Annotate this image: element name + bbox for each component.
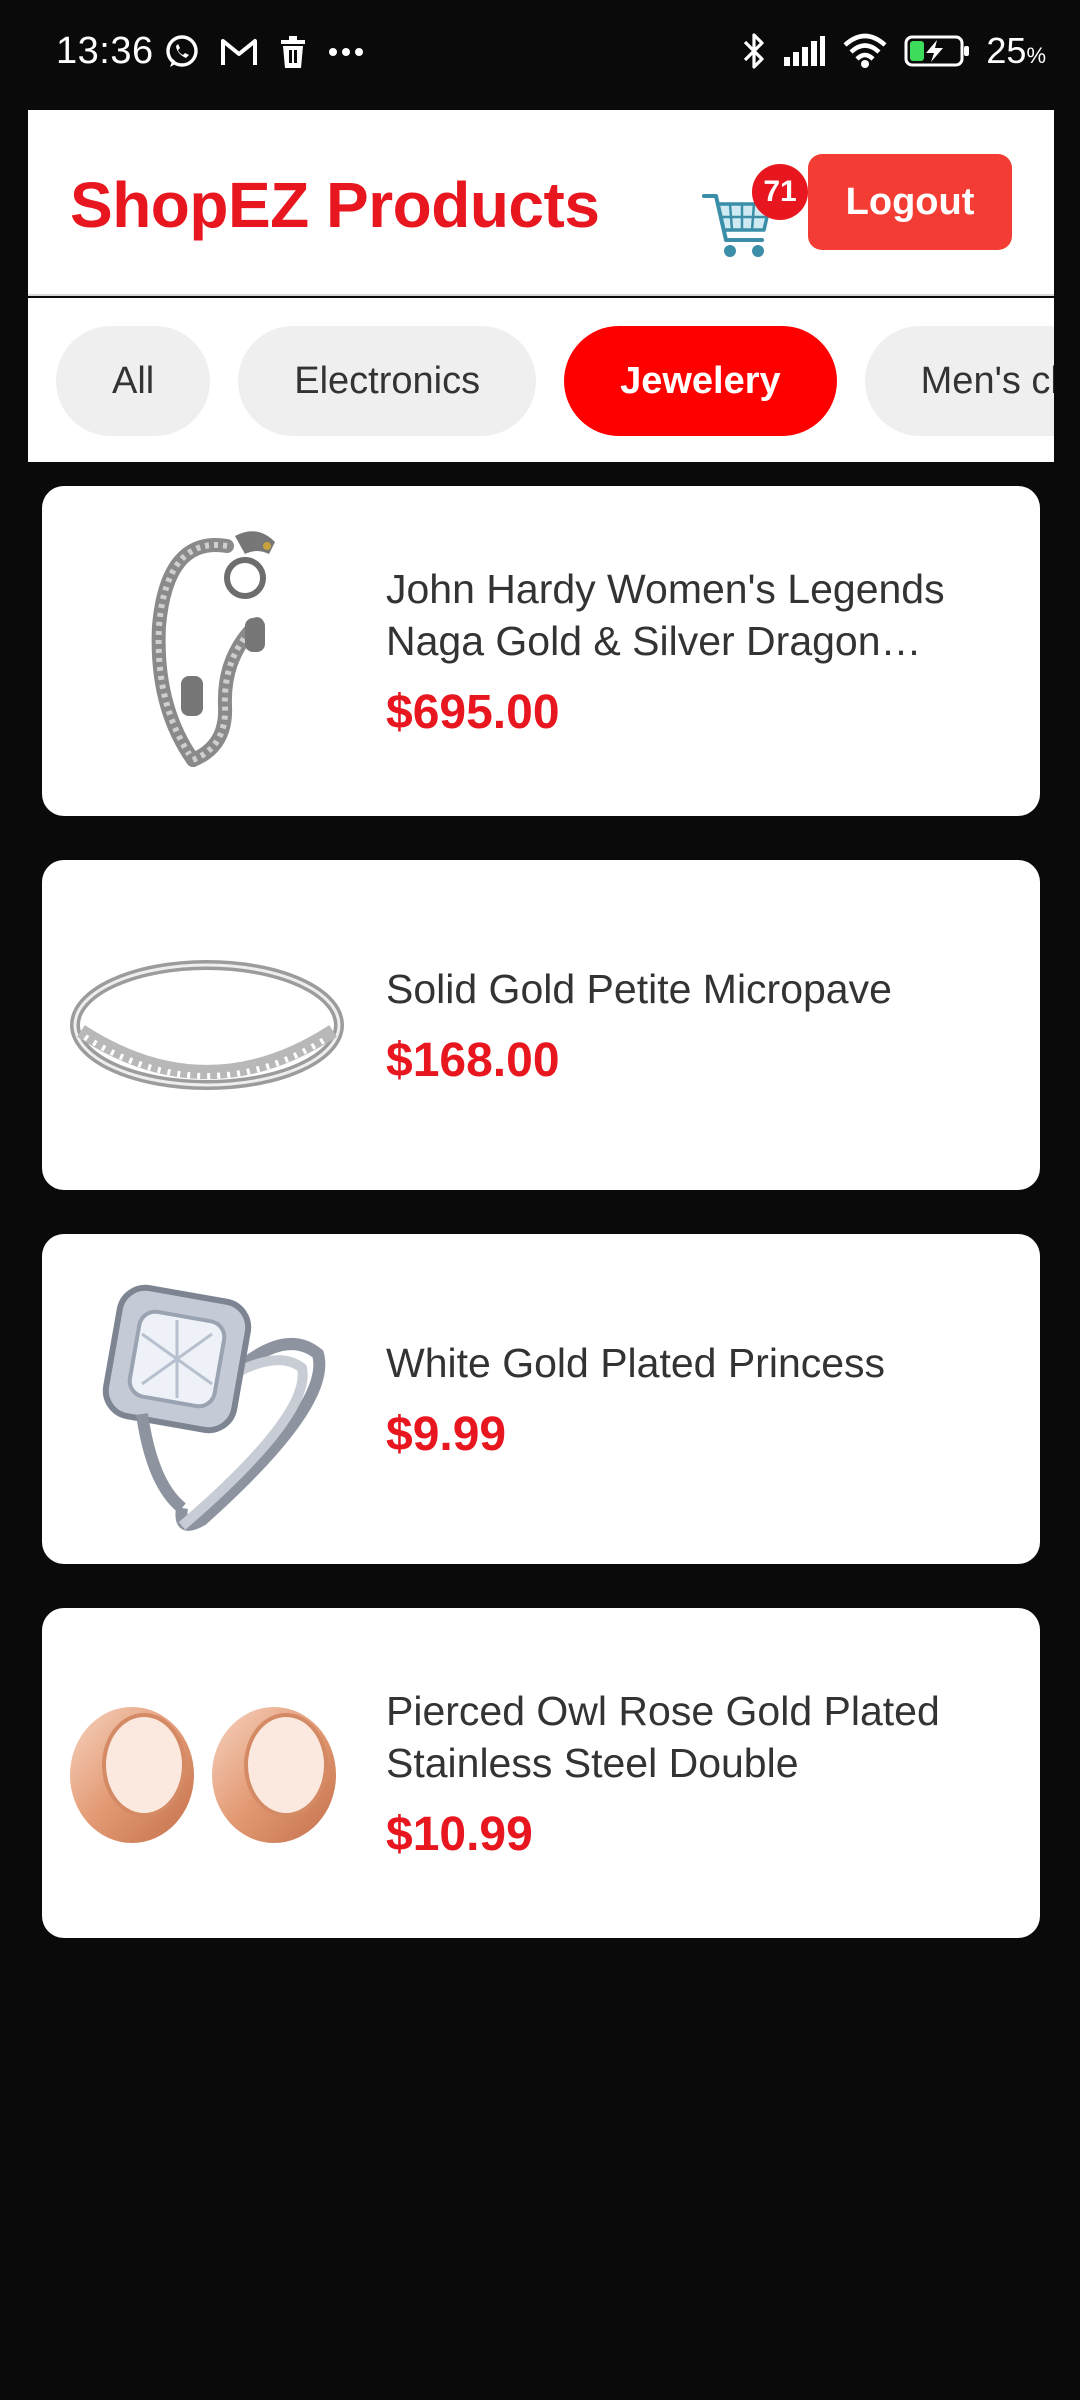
product-title[interactable]: White Gold Plated Princess [386, 1337, 1000, 1389]
category-chip-all[interactable]: All [56, 326, 211, 436]
product-info: Pierced Owl Rose Gold Plated Stainless S… [386, 1608, 1000, 1938]
wifi-icon [842, 33, 888, 69]
product-title[interactable]: John Hardy Women's Legends Naga Gold & S… [386, 563, 1000, 667]
battery-percent: 25% [986, 30, 1046, 72]
battery-percent-value: 25 [986, 30, 1027, 71]
category-filter-bar[interactable]: All Electronics Jewelery Men's clothing [28, 298, 1054, 462]
product-card[interactable]: Solid Gold Petite Micropave $168.00 [42, 860, 1040, 1190]
page-title: ShopEZ Products [70, 169, 600, 241]
logout-button[interactable]: Logout [808, 154, 1012, 250]
signal-icon [782, 35, 826, 67]
category-chip-row: All Electronics Jewelery Men's clothing [56, 326, 1054, 436]
product-card[interactable]: White Gold Plated Princess $9.99 [42, 1234, 1040, 1564]
whatsapp-icon [164, 34, 200, 70]
status-bar: 13:36 25% [0, 0, 1080, 108]
category-chip-electronics[interactable]: Electronics [238, 326, 537, 436]
battery-percent-unit: % [1026, 43, 1046, 68]
category-chip-jewelery[interactable]: Jewelery [564, 326, 837, 436]
product-title[interactable]: Pierced Owl Rose Gold Plated Stainless S… [386, 1685, 1000, 1789]
product-price: $10.99 [386, 1807, 533, 1861]
product-info: John Hardy Women's Legends Naga Gold & S… [386, 486, 1000, 816]
product-price: $168.00 [386, 1033, 560, 1087]
bluetooth-icon [742, 32, 766, 70]
cart-button[interactable]: 71 [672, 138, 812, 278]
ring-band-image [62, 880, 352, 1170]
product-price: $9.99 [386, 1407, 507, 1461]
product-info: Solid Gold Petite Micropave $168.00 [386, 860, 1000, 1190]
product-card[interactable]: Pierced Owl Rose Gold Plated Stainless S… [42, 1608, 1040, 1938]
notification-icons [164, 34, 364, 70]
product-info: White Gold Plated Princess $9.99 [386, 1234, 1000, 1564]
product-price: $695.00 [386, 685, 560, 739]
system-icons: 25% [742, 30, 1046, 72]
cart-count-badge: 71 [752, 164, 808, 220]
trash-icon [278, 35, 308, 69]
gmail-icon [220, 37, 258, 67]
battery-charging-icon [904, 35, 970, 67]
product-card[interactable]: John Hardy Women's Legends Naga Gold & S… [42, 486, 1040, 816]
ear-tunnels-image [62, 1628, 352, 1918]
princess-ring-image [62, 1254, 352, 1544]
bracelet-image [62, 506, 352, 796]
product-list: John Hardy Women's Legends Naga Gold & S… [42, 486, 1040, 1982]
more-dots-icon [328, 47, 364, 57]
status-time: 13:36 [56, 30, 154, 72]
app-header: ShopEZ Products 71 Logout [28, 110, 1054, 296]
product-title[interactable]: Solid Gold Petite Micropave [386, 963, 1000, 1015]
category-chip-mens-clothing[interactable]: Men's clothing [864, 326, 1054, 436]
